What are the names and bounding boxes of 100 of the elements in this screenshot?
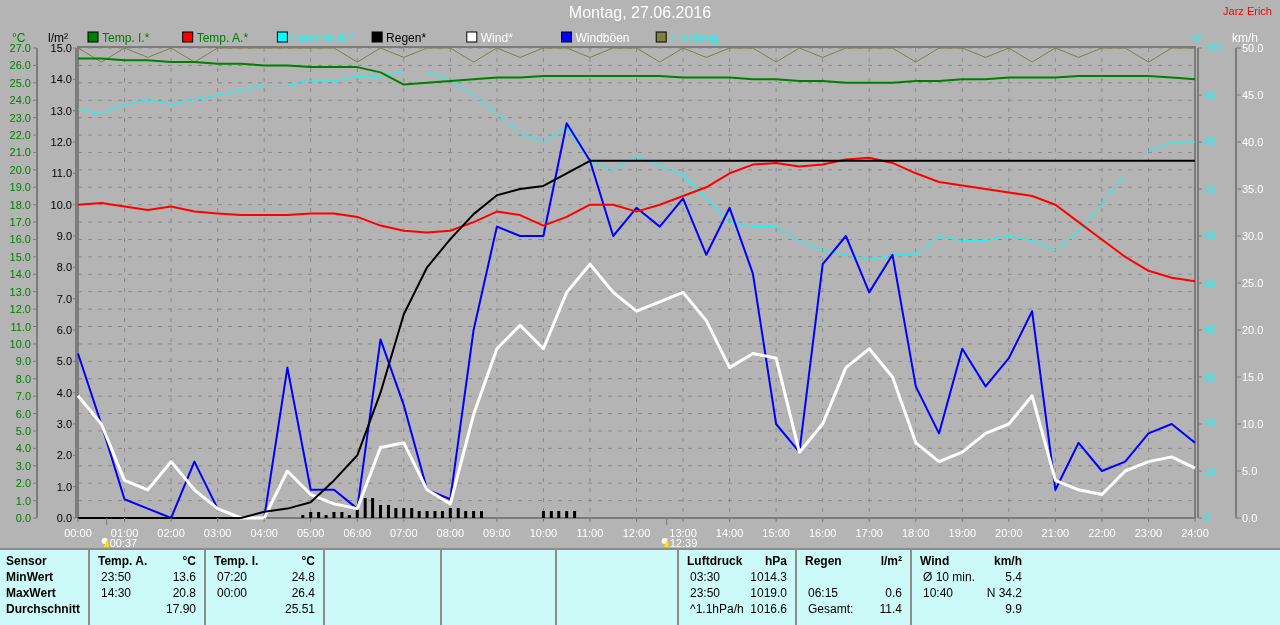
axis-label: 11.0 <box>51 167 72 180</box>
axis-label: 4.0 <box>56 386 72 399</box>
value-text: 5.4 <box>1005 570 1022 584</box>
value-text: 20.8 <box>172 586 196 600</box>
legend-label: Regen* <box>386 31 427 45</box>
axis-label: 26.0 <box>9 59 31 72</box>
time-text: 14:30 <box>100 586 132 600</box>
axis-label: 0 <box>1204 512 1211 524</box>
row-label: MaxWert <box>6 586 56 600</box>
axis-label: 60 <box>1204 230 1217 242</box>
axis-label: 30.0 <box>1242 230 1264 242</box>
time-mark-label: 12:39 <box>669 537 698 548</box>
axis-label: 17.0 <box>9 216 31 229</box>
axis-label: 6.0 <box>56 324 72 336</box>
time-text: 00:00 <box>216 586 248 600</box>
axis-label: 01:00 <box>110 527 139 539</box>
axis-label: 90 <box>1204 89 1217 101</box>
axis-label: 20 <box>1204 418 1217 430</box>
axis-label: 0.0 <box>1242 512 1258 524</box>
time-text: 23:50 <box>100 570 132 584</box>
row-label: Durchschnitt <box>6 602 80 616</box>
legend-label: Temp. I.* <box>102 31 150 45</box>
value-text: 1019.0 <box>750 586 787 600</box>
axis-label: 10.0 <box>1242 418 1264 430</box>
axis-label: 15.0 <box>50 42 72 54</box>
value-text: N 34.2 <box>986 586 1022 600</box>
section-title: Temp. A. <box>98 554 148 568</box>
legend-label: Wind* <box>480 31 513 45</box>
value-text: 1014.3 <box>750 570 787 584</box>
axis-label: 14.0 <box>50 73 72 86</box>
axis-label: 30 <box>1204 371 1217 383</box>
axis-label: 3.0 <box>15 459 31 472</box>
time-text: Ø 10 min. <box>922 570 976 584</box>
legend-label: Windböen <box>575 31 630 45</box>
axis-label: 05:00 <box>296 527 325 539</box>
axis-label: 27.0 <box>9 42 31 54</box>
axis-label: 50.0 <box>1242 42 1264 54</box>
axis-label: 9.0 <box>15 355 31 368</box>
axis-label: 35.0 <box>1242 183 1264 195</box>
axis-label: 0.0 <box>56 512 72 524</box>
axis-label: 08:00 <box>436 527 465 539</box>
axis-label: 12:00 <box>622 527 651 539</box>
axis-label: 23.0 <box>9 111 31 124</box>
axis-label: 5.0 <box>15 424 31 437</box>
axis-label: 16.0 <box>9 233 31 246</box>
value-text: 1016.6 <box>750 602 787 616</box>
axis-label: 21:00 <box>1041 527 1070 539</box>
axis-label: 24:00 <box>1181 527 1209 539</box>
section-title: Temp. I. <box>214 554 259 568</box>
axis-label: 13.0 <box>9 285 31 298</box>
axis-label: 07:00 <box>390 527 418 539</box>
axis-label: 10.0 <box>9 337 31 350</box>
axis-label: 40.0 <box>1242 136 1264 148</box>
axis-label: 13:00 <box>669 527 697 539</box>
value-text: 26.4 <box>291 586 315 600</box>
axis-label: 50 <box>1204 277 1217 289</box>
section-title: Wind <box>920 554 950 568</box>
axis-label: 8.0 <box>56 261 72 274</box>
time-text: 07:20 <box>216 570 248 584</box>
axis-label: 10.0 <box>50 198 72 211</box>
axis-label: 15.0 <box>9 250 31 263</box>
axis-label: 13.0 <box>50 104 72 117</box>
section-title: Luftdruck <box>687 554 743 568</box>
unit-label: hPa <box>765 554 787 568</box>
unit-label: °C <box>301 554 315 568</box>
axis-label: 80 <box>1204 136 1217 148</box>
axis-label: 23:00 <box>1134 527 1163 539</box>
axis-label: 1.0 <box>15 494 31 507</box>
time-text: 10:40 <box>922 586 954 600</box>
axis-label: 25.0 <box>1242 277 1264 289</box>
axis-label: 24.0 <box>9 94 31 107</box>
axis-label: 17:00 <box>855 527 883 539</box>
row-label: MinWert <box>6 570 54 584</box>
value-text: 17.90 <box>165 602 196 616</box>
row-label: Sensor <box>6 554 47 568</box>
axis-label: 100 <box>1204 42 1223 54</box>
axis-label: 06:00 <box>343 527 371 539</box>
axis-label: 18:00 <box>902 527 930 539</box>
axis-label: 1.0 <box>56 480 72 493</box>
axis-label: 45.0 <box>1242 89 1264 101</box>
unit-label: l/m² <box>880 554 902 568</box>
axis-label: 14:00 <box>715 527 744 539</box>
value-text: 13.6 <box>172 570 196 584</box>
axis-label: 8.0 <box>15 372 31 385</box>
axis-label: 14.0 <box>9 268 31 281</box>
axis-title: % <box>1192 31 1203 45</box>
axis-label: 10:00 <box>529 527 558 539</box>
time-text: Gesamt: <box>807 602 854 616</box>
axis-label: 11:00 <box>576 527 604 539</box>
axis-label: 9.0 <box>56 230 72 242</box>
axis-label: 5.0 <box>1242 465 1258 477</box>
chart-title: Montag, 27.06.2016 <box>568 4 712 22</box>
value-text: 24.8 <box>291 570 315 584</box>
axis-label: 21.0 <box>9 146 31 159</box>
axis-label: 03:00 <box>203 527 232 539</box>
axis-label: 15.0 <box>1242 371 1264 383</box>
axis-label: 12.0 <box>9 303 31 316</box>
axis-label: 6.0 <box>15 407 31 420</box>
time-text: 23:50 <box>689 586 721 600</box>
time-mark-label: 00:37 <box>109 537 138 548</box>
